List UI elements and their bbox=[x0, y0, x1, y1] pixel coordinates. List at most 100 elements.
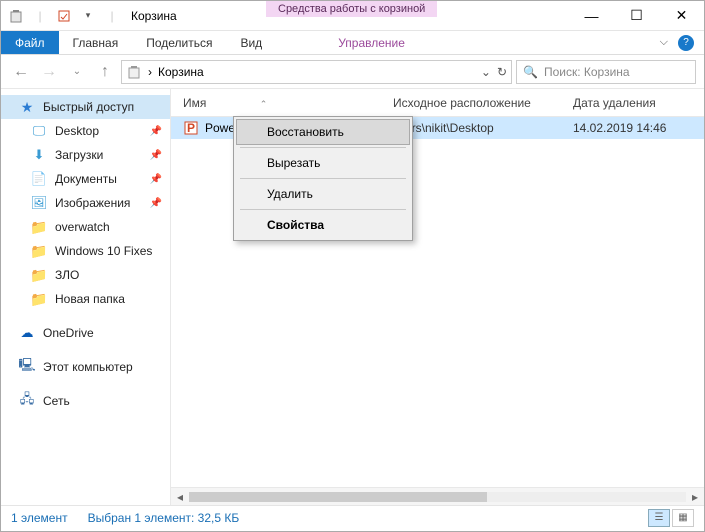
horizontal-scrollbar[interactable]: ◂ ▸ bbox=[171, 487, 704, 505]
sidebar-item-zlo[interactable]: 📁 ЗЛО bbox=[1, 263, 170, 287]
desktop-icon: 🖵 bbox=[31, 123, 47, 139]
address-box[interactable]: › Корзина ⌄ ↻ bbox=[121, 60, 512, 84]
maximize-button[interactable]: ☐ bbox=[614, 1, 659, 31]
ribbon-collapse-icon[interactable]: ⌵ bbox=[660, 36, 668, 49]
menu-separator bbox=[240, 147, 406, 148]
sidebar-label: Изображения bbox=[55, 196, 130, 210]
search-placeholder: Поиск: Корзина bbox=[544, 65, 630, 79]
tab-file[interactable]: Файл bbox=[1, 31, 59, 54]
svg-text:P: P bbox=[187, 121, 195, 135]
help-icon[interactable]: ? bbox=[678, 35, 694, 51]
qat-divider: | bbox=[103, 7, 121, 25]
tab-manage[interactable]: Управление bbox=[324, 31, 419, 54]
monitor-icon: 🖳 bbox=[19, 359, 35, 375]
context-menu: Восстановить Вырезать Удалить Свойства bbox=[233, 116, 413, 241]
scroll-thumb[interactable] bbox=[189, 492, 487, 502]
sidebar-label: Документы bbox=[55, 172, 117, 186]
sidebar-item-network[interactable]: 🖧 Сеть bbox=[1, 389, 170, 413]
menu-item-delete[interactable]: Удалить bbox=[236, 181, 410, 207]
breadcrumb-location[interactable]: Корзина bbox=[158, 65, 204, 79]
folder-icon: 📁 bbox=[31, 267, 47, 283]
sidebar-item-pictures[interactable]: 🖼 Изображения 📌 bbox=[1, 191, 170, 215]
menu-separator bbox=[240, 209, 406, 210]
folder-icon: 📁 bbox=[31, 243, 47, 259]
downloads-icon: ⬇ bbox=[31, 147, 47, 163]
qat-separator: | bbox=[31, 7, 49, 25]
details-view-button[interactable]: ☰ bbox=[648, 509, 670, 527]
back-button[interactable]: ← bbox=[9, 60, 33, 84]
qat-dropdown-icon[interactable]: ▾ bbox=[79, 7, 97, 25]
quick-access-toolbar: | ▾ | bbox=[1, 7, 121, 25]
sidebar-label: overwatch bbox=[55, 220, 110, 234]
ribbon-tabs: Файл Главная Поделиться Вид Управление ⌵… bbox=[1, 31, 704, 55]
pin-icon: 📌 bbox=[150, 150, 162, 161]
minimize-button[interactable]: — bbox=[569, 1, 614, 31]
file-deleted-date: 14.02.2019 14:46 bbox=[561, 121, 704, 135]
sidebar-item-quick-access[interactable]: ★ Быстрый доступ bbox=[1, 95, 170, 119]
title-bar: | ▾ | Корзина Средства работы с корзиной… bbox=[1, 1, 704, 31]
powerpoint-icon: P bbox=[183, 120, 199, 136]
column-header-location[interactable]: Исходное расположение bbox=[381, 96, 561, 110]
properties-icon[interactable] bbox=[55, 7, 73, 25]
sidebar-label: Desktop bbox=[55, 124, 99, 138]
sidebar-label: Быстрый доступ bbox=[43, 100, 134, 114]
search-icon: 🔍 bbox=[523, 65, 538, 79]
scroll-right-icon[interactable]: ▸ bbox=[686, 490, 704, 504]
address-dropdown-icon[interactable]: ⌄ bbox=[481, 65, 491, 79]
column-header-name[interactable]: Имя ⌃ bbox=[171, 96, 381, 110]
status-selection: Выбран 1 элемент: 32,5 КБ bbox=[88, 511, 240, 525]
menu-item-properties[interactable]: Свойства bbox=[236, 212, 410, 238]
forward-button[interactable]: → bbox=[37, 60, 61, 84]
menu-item-cut[interactable]: Вырезать bbox=[236, 150, 410, 176]
scroll-track[interactable] bbox=[189, 492, 686, 502]
sidebar-label: Этот компьютер bbox=[43, 360, 133, 374]
sidebar-label: Загрузки bbox=[55, 148, 103, 162]
pin-icon: 📌 bbox=[150, 174, 162, 185]
sidebar-label: Новая папка bbox=[55, 292, 125, 306]
icons-view-button[interactable]: ▦ bbox=[672, 509, 694, 527]
pin-icon: 📌 bbox=[150, 126, 162, 137]
sidebar-label: Сеть bbox=[43, 394, 70, 408]
menu-separator bbox=[240, 178, 406, 179]
scroll-left-icon[interactable]: ◂ bbox=[171, 490, 189, 504]
column-header-date[interactable]: Дата удаления bbox=[561, 96, 704, 110]
breadcrumb-sep: › bbox=[148, 65, 152, 79]
view-switcher: ☰ ▦ bbox=[648, 509, 694, 527]
onedrive-icon: ☁ bbox=[19, 325, 35, 341]
sidebar-label: ЗЛО bbox=[55, 268, 79, 282]
column-headers: Имя ⌃ Исходное расположение Дата удалени… bbox=[171, 89, 704, 117]
folder-icon: 📁 bbox=[31, 291, 47, 307]
sidebar-item-documents[interactable]: 📄 Документы 📌 bbox=[1, 167, 170, 191]
tab-share[interactable]: Поделиться bbox=[132, 31, 226, 54]
tab-view[interactable]: Вид bbox=[226, 31, 276, 54]
up-button[interactable]: ↑ bbox=[93, 60, 117, 84]
navigation-pane: ★ Быстрый доступ 🖵 Desktop 📌 ⬇ Загрузки … bbox=[1, 89, 171, 505]
menu-item-restore[interactable]: Восстановить bbox=[236, 119, 410, 145]
close-button[interactable]: ✕ bbox=[659, 1, 704, 31]
contextual-tab-label: Средства работы с корзиной bbox=[266, 1, 437, 17]
sidebar-item-desktop[interactable]: 🖵 Desktop 📌 bbox=[1, 119, 170, 143]
star-icon: ★ bbox=[19, 99, 35, 115]
recycle-bin-icon[interactable] bbox=[7, 7, 25, 25]
folder-icon: 📁 bbox=[31, 219, 47, 235]
pin-icon: 📌 bbox=[150, 198, 162, 209]
status-bar: 1 элемент Выбран 1 элемент: 32,5 КБ ☰ ▦ bbox=[1, 505, 704, 529]
sidebar-item-downloads[interactable]: ⬇ Загрузки 📌 bbox=[1, 143, 170, 167]
tab-home[interactable]: Главная bbox=[59, 31, 133, 54]
sort-indicator-icon: ⌃ bbox=[260, 99, 268, 109]
sidebar-label: Windows 10 Fixes bbox=[55, 244, 152, 258]
search-input[interactable]: 🔍 Поиск: Корзина bbox=[516, 60, 696, 84]
status-count: 1 элемент bbox=[11, 511, 68, 525]
pictures-icon: 🖼 bbox=[31, 195, 47, 211]
window-controls: — ☐ ✕ bbox=[569, 1, 704, 31]
sidebar-item-overwatch[interactable]: 📁 overwatch bbox=[1, 215, 170, 239]
network-icon: 🖧 bbox=[19, 393, 35, 409]
recent-dropdown[interactable]: ⌄ bbox=[65, 60, 89, 84]
sidebar-item-newfolder[interactable]: 📁 Новая папка bbox=[1, 287, 170, 311]
sidebar-item-thispc[interactable]: 🖳 Этот компьютер bbox=[1, 355, 170, 379]
window-title: Корзина bbox=[131, 9, 177, 23]
refresh-icon[interactable]: ↻ bbox=[497, 65, 507, 79]
sidebar-item-win10fixes[interactable]: 📁 Windows 10 Fixes bbox=[1, 239, 170, 263]
sidebar-item-onedrive[interactable]: ☁ OneDrive bbox=[1, 321, 170, 345]
recycle-bin-icon bbox=[126, 64, 142, 80]
